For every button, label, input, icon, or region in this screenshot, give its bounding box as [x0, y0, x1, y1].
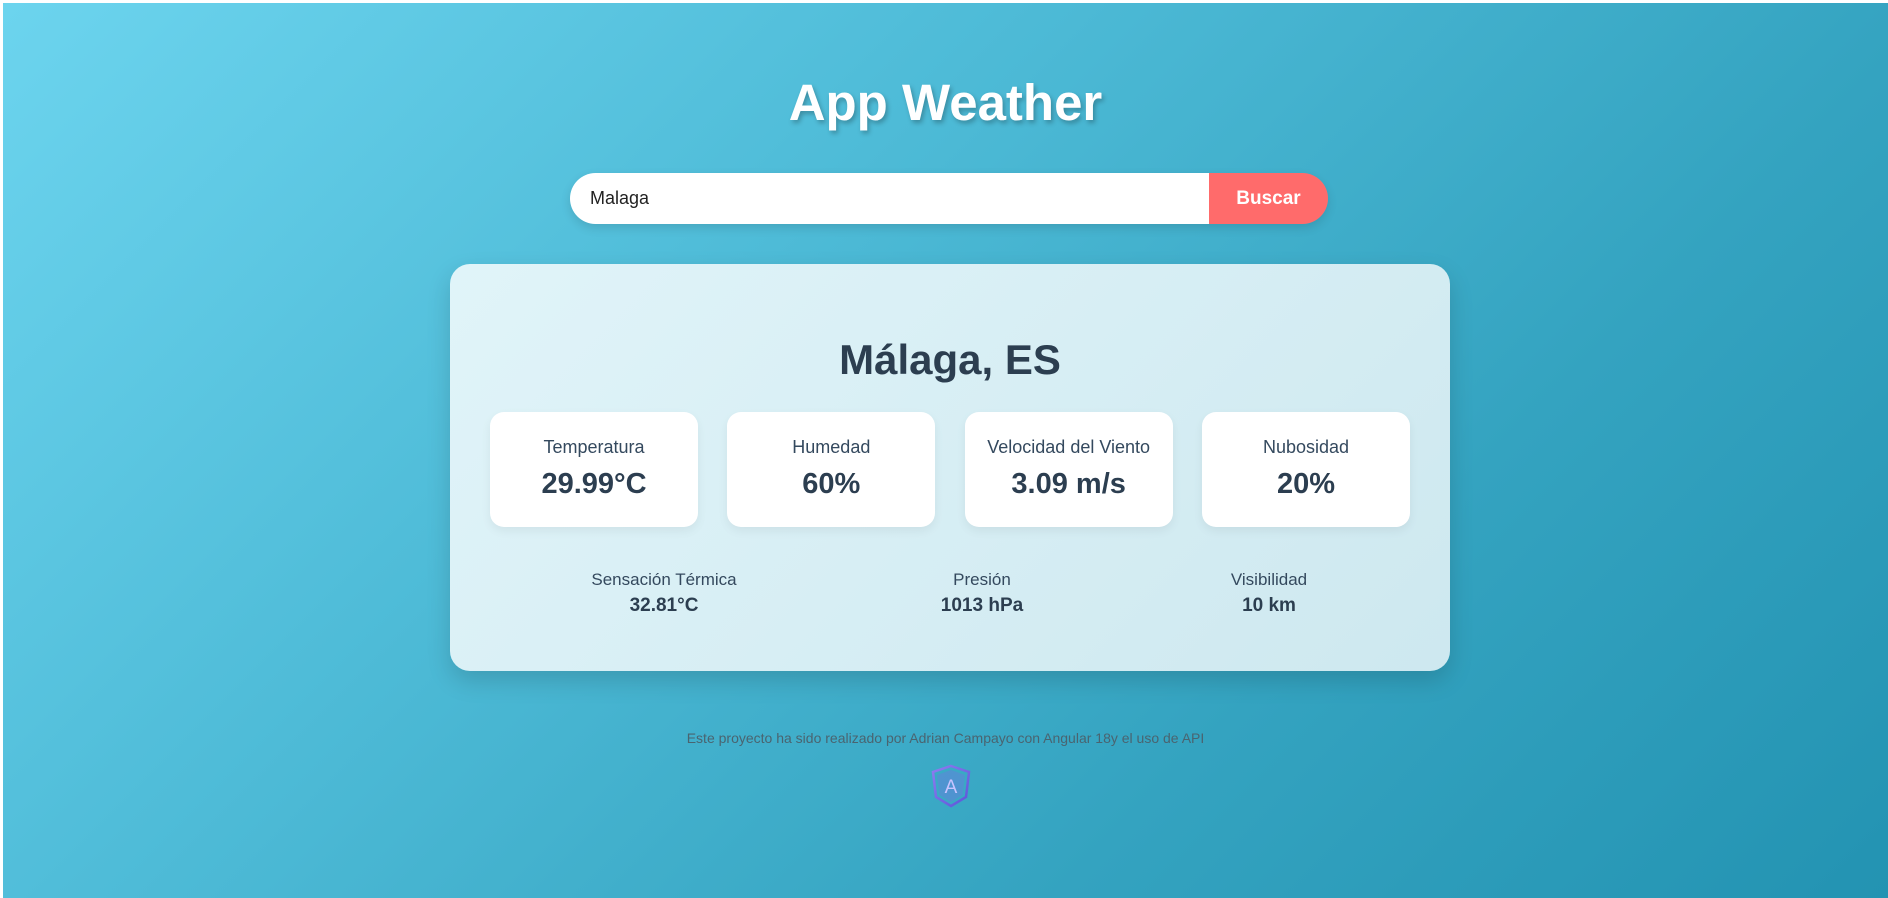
app-background: App Weather Buscar Málaga, ES Temperatur… — [3, 3, 1888, 898]
metrics-row: Temperatura 29.99°C Humedad 60% Velocida… — [490, 412, 1410, 527]
metric-value: 60% — [802, 468, 861, 500]
metric-card-cloudiness: Nubosidad 20% — [1201, 412, 1410, 527]
footer-credit: Este proyecto ha sido realizado por Adri… — [686, 730, 1205, 746]
metric-value: 3.09 m/s — [1011, 468, 1126, 500]
city-name: Málaga, ES — [839, 336, 1061, 383]
weather-card: Málaga, ES Temperatura 29.99°C Humedad 6… — [450, 264, 1450, 671]
logo-letter: A — [945, 777, 958, 798]
page-title: App Weather — [788, 74, 1103, 131]
extra-label: Sensación Térmica — [591, 570, 737, 589]
metric-value: 29.99°C — [541, 468, 647, 500]
extra-label: Visibilidad — [1230, 570, 1308, 589]
metric-label: Velocidad del Viento — [987, 437, 1151, 457]
search-input[interactable] — [570, 173, 1209, 224]
metric-card-temperature: Temperatura 29.99°C — [490, 412, 698, 527]
angular-logo-icon: A — [930, 764, 972, 808]
extra-label: Presión — [953, 570, 1011, 589]
metric-label: Humedad — [792, 437, 871, 457]
extra-pressure: Presión 1013 hPa — [872, 570, 1092, 617]
metric-label: Nubosidad — [1262, 437, 1350, 457]
metric-value: 20% — [1276, 468, 1335, 500]
metric-label: Temperatura — [543, 437, 645, 457]
search-bar: Buscar — [570, 173, 1328, 224]
extra-visibility: Visibilidad 10 km — [1159, 570, 1379, 617]
extra-value: 32.81°C — [629, 595, 699, 616]
metric-card-humidity: Humedad 60% — [727, 412, 936, 527]
extra-feels-like: Sensación Térmica 32.81°C — [554, 570, 774, 617]
search-button[interactable]: Buscar — [1209, 173, 1328, 224]
extra-value: 10 km — [1242, 595, 1296, 616]
metric-card-wind-speed: Velocidad del Viento 3.09 m/s — [964, 412, 1173, 527]
extra-value: 1013 hPa — [940, 595, 1024, 616]
